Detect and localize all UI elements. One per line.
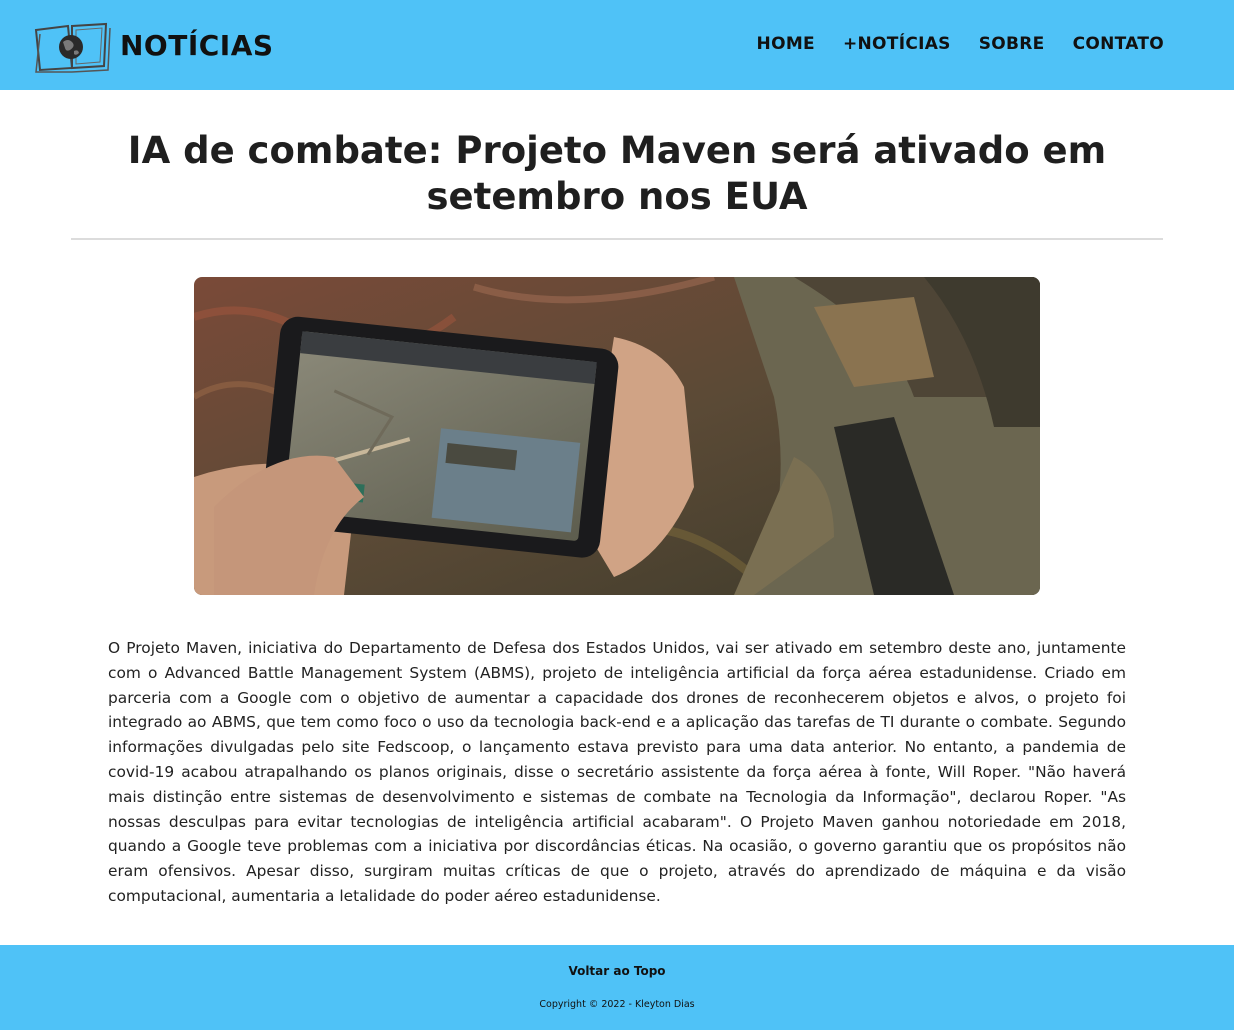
main-nav: HOME +NOTÍCIAS SOBRE CONTATO	[757, 32, 1164, 56]
nav-more-news[interactable]: +NOTÍCIAS	[843, 32, 951, 56]
globe-book-icon[interactable]	[32, 20, 112, 74]
back-to-top-link[interactable]: Voltar ao Topo	[0, 963, 1234, 979]
site-header: NOTÍCIAS HOME +NOTÍCIAS SOBRE CONTATO	[0, 0, 1234, 90]
site-logo-text[interactable]: NOTÍCIAS	[120, 26, 274, 66]
nav-contact[interactable]: CONTATO	[1073, 32, 1164, 56]
copyright-text: Copyright © 2022 - Kleyton Dias	[539, 999, 695, 1010]
title-divider	[71, 238, 1163, 240]
article-body: O Projeto Maven, iniciativa do Departame…	[108, 639, 1126, 905]
article-hero-image	[194, 277, 1040, 595]
nav-home[interactable]: HOME	[757, 32, 815, 56]
site-footer: Voltar ao Topo Copyright © 2022 - Kleyto…	[0, 945, 1234, 1030]
article-title: IA de combate: Projeto Maven será ativad…	[127, 129, 1107, 218]
nav-about[interactable]: SOBRE	[979, 32, 1045, 56]
